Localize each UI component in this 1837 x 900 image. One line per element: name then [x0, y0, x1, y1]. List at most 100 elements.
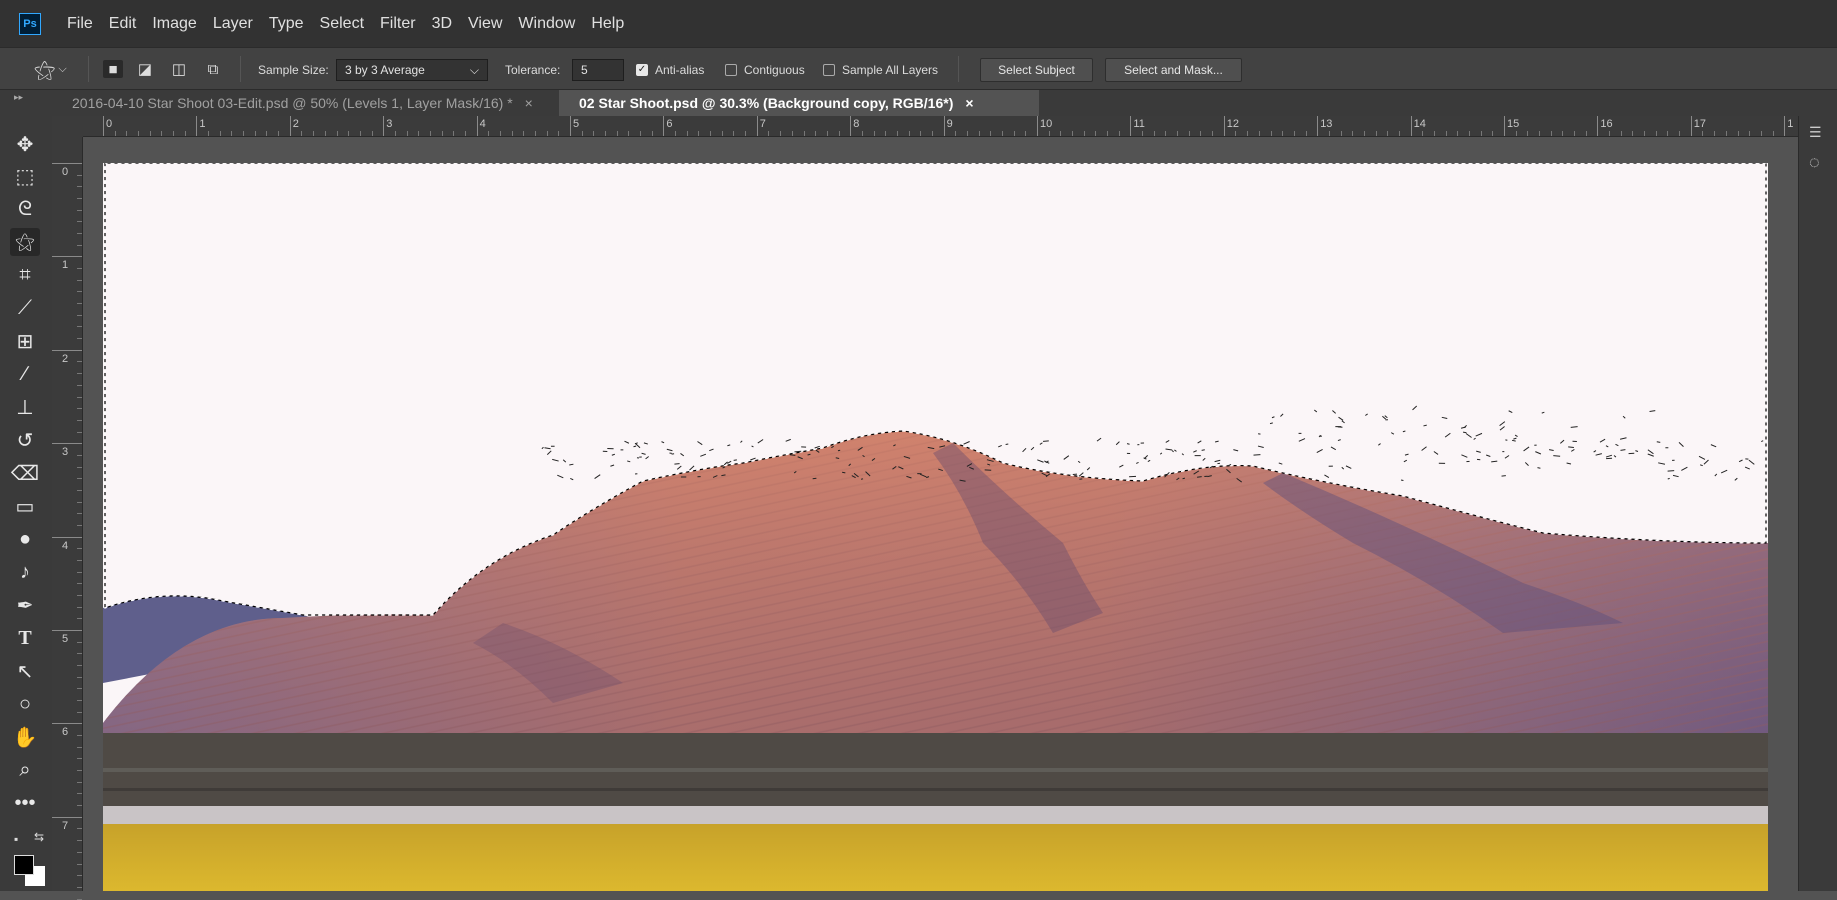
ruler-tick-minor: [77, 653, 82, 654]
ruler-tick: [570, 116, 571, 136]
path-select-tool-icon[interactable]: ↖: [10, 657, 40, 685]
brush-tool-icon[interactable]: ∕: [10, 360, 40, 388]
default-colors-icon[interactable]: ▪: [14, 832, 18, 846]
menu-image[interactable]: Image: [152, 15, 196, 33]
foreground-color-swatch[interactable]: [14, 855, 34, 875]
ruler-tick-minor: [77, 665, 82, 666]
ruler-label: 7: [62, 820, 68, 832]
sample-size-select[interactable]: 3 by 3 Average ⌵: [336, 59, 488, 81]
patch-tool-icon[interactable]: ⊞: [10, 327, 40, 355]
ruler-tick: [1130, 116, 1131, 136]
selection-speck: [790, 455, 795, 456]
ruler-tick-minor: [77, 735, 82, 736]
menu-layer[interactable]: Layer: [213, 15, 253, 33]
sample-all-layers-checkbox[interactable]: Sample All Layers: [823, 48, 938, 91]
dodge-tool-icon[interactable]: ♪: [10, 558, 40, 586]
ellipse-tool-icon[interactable]: ○: [10, 690, 40, 718]
menu-filter[interactable]: Filter: [380, 15, 416, 33]
ruler-tick-minor: [1539, 131, 1540, 136]
ruler-tick-minor: [77, 840, 82, 841]
ruler-tick: [383, 116, 384, 136]
history-brush-tool-icon[interactable]: ↺: [10, 426, 40, 454]
ruler-label: 7: [760, 118, 766, 130]
close-icon[interactable]: ×: [525, 95, 533, 111]
image-canvas[interactable]: [103, 163, 1768, 891]
selection-speck: [1537, 468, 1540, 469]
intersect-selection-icon[interactable]: ⧉: [203, 60, 223, 78]
gradient-tool-icon[interactable]: ▭: [10, 492, 40, 520]
ruler-tick-minor: [77, 828, 82, 829]
select-subject-button[interactable]: Select Subject: [980, 58, 1093, 82]
ruler-tick: [1411, 116, 1412, 136]
lasso-tool-icon[interactable]: ᘓ: [10, 195, 40, 223]
collapse-panel-icon[interactable]: ▸▸: [14, 92, 23, 103]
marquee-tool-icon[interactable]: ⬚: [10, 162, 40, 190]
ruler-tick: [1784, 116, 1785, 136]
menu-view[interactable]: View: [468, 15, 502, 33]
ruler-tick-minor: [77, 502, 82, 503]
menu-select[interactable]: Select: [320, 15, 364, 33]
ruler-tick-minor: [1025, 131, 1026, 136]
stamp-tool-icon[interactable]: ⊥: [10, 393, 40, 421]
tolerance-input[interactable]: 5: [572, 59, 624, 81]
more-tools-icon[interactable]: •••: [10, 789, 40, 817]
ruler-tick-minor: [1609, 131, 1610, 136]
menu-file[interactable]: File: [67, 15, 93, 33]
tab-02-star-shoot[interactable]: 02 Star Shoot.psd @ 30.3% (Background co…: [559, 90, 1039, 116]
new-selection-icon[interactable]: ■: [103, 60, 123, 78]
ruler-tick: [663, 116, 664, 136]
ruler-tick: [52, 443, 82, 444]
menu-type[interactable]: Type: [269, 15, 304, 33]
crop-tool-icon[interactable]: ⌗: [10, 261, 40, 289]
ruler-tick-minor: [687, 131, 688, 136]
comment-icon[interactable]: ◌: [1809, 152, 1820, 173]
blur-tool-icon[interactable]: ●: [10, 525, 40, 553]
ruler-tick: [52, 350, 82, 351]
ruler-tick-minor: [77, 385, 82, 386]
close-icon[interactable]: ×: [965, 95, 973, 111]
ruler-tick-minor: [77, 618, 82, 619]
add-to-selection-icon[interactable]: ◪: [135, 60, 155, 78]
ruler-tick-minor: [1200, 131, 1201, 136]
ruler-tick-minor: [231, 131, 232, 136]
ruler-tick-minor: [792, 131, 793, 136]
ruler-label: 13: [1320, 118, 1332, 130]
select-and-mask-button[interactable]: Select and Mask...: [1105, 58, 1242, 82]
ruler-tick-minor: [465, 131, 466, 136]
ruler-tick-minor: [1235, 131, 1236, 136]
ruler-tick-minor: [1446, 131, 1447, 136]
ruler-tick-minor: [1516, 131, 1517, 136]
type-tool-icon[interactable]: T: [10, 624, 40, 652]
pen-tool-icon[interactable]: ✒: [10, 591, 40, 619]
ruler-tick-minor: [1656, 131, 1657, 136]
ruler-origin[interactable]: [52, 116, 83, 137]
menu-help[interactable]: Help: [591, 15, 624, 33]
swap-colors-icon[interactable]: ⇆: [34, 830, 44, 844]
magic-wand-tool-icon[interactable]: ⚝: [10, 228, 40, 256]
tab-star-shoot-03-edit[interactable]: 2016-04-10 Star Shoot 03-Edit.psd @ 50% …: [52, 90, 559, 116]
zoom-tool-icon[interactable]: ⌕: [10, 756, 40, 784]
hand-tool-icon[interactable]: ✋: [10, 723, 40, 751]
anti-alias-label: Anti-alias: [655, 63, 704, 77]
panel-menu-icon[interactable]: ☰: [1809, 124, 1822, 141]
ruler-tick-minor: [1329, 131, 1330, 136]
vertical-ruler[interactable]: 01234567: [52, 137, 83, 891]
move-tool-icon[interactable]: ✥: [10, 130, 40, 158]
ruler-tick-minor: [1247, 131, 1248, 136]
horizontal-ruler[interactable]: 012345678910111213141516171: [83, 116, 1798, 137]
selection-speck: [633, 446, 636, 447]
menu-3d[interactable]: 3D: [432, 15, 452, 33]
menu-window[interactable]: Window: [518, 15, 575, 33]
anti-alias-checkbox[interactable]: ✓Anti-alias: [636, 48, 704, 91]
eraser-tool-icon[interactable]: ⌫: [10, 459, 40, 487]
ruler-tick-minor: [220, 131, 221, 136]
contiguous-checkbox[interactable]: Contiguous: [725, 48, 805, 91]
tool-preset-picker[interactable]: ⚝⌵: [34, 48, 67, 91]
eyedropper-tool-icon[interactable]: ⟋: [10, 294, 40, 322]
ruler-tick-minor: [1551, 131, 1552, 136]
menu-edit[interactable]: Edit: [109, 15, 137, 33]
tab-label: 02 Star Shoot.psd @ 30.3% (Background co…: [579, 95, 953, 111]
subtract-from-selection-icon[interactable]: ◫: [169, 60, 189, 78]
ruler-tick: [103, 116, 104, 136]
ruler-tick-minor: [1341, 131, 1342, 136]
